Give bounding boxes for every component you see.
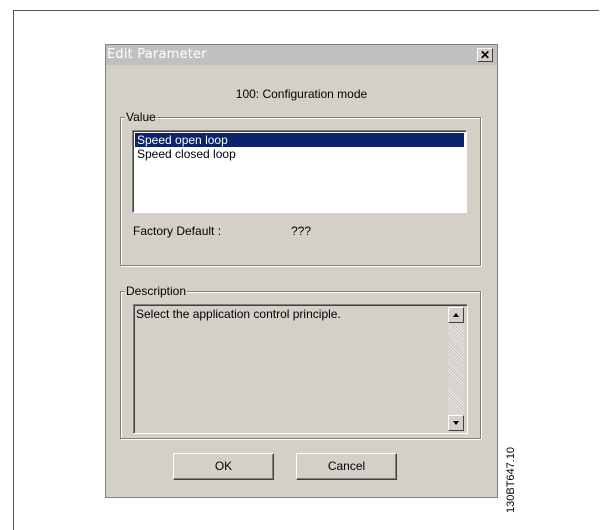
value-group: Value Speed open loop Speed closed loop … <box>120 110 481 266</box>
figure-code: 130BT647.10 <box>505 446 517 513</box>
description-scrollbar[interactable] <box>448 307 464 431</box>
scroll-down-arrow-icon <box>453 421 459 425</box>
cancel-button[interactable]: Cancel <box>296 453 397 480</box>
description-textbox[interactable]: Select the application control principle… <box>133 304 468 434</box>
ok-button[interactable]: OK <box>173 453 274 480</box>
value-group-label: Value <box>125 110 157 124</box>
description-group: Description Select the application contr… <box>120 284 481 439</box>
scroll-down-button[interactable] <box>448 415 464 431</box>
close-button[interactable]: ✕ <box>477 48 493 62</box>
parameter-title: 100: Configuration mode <box>235 87 368 101</box>
edit-parameter-dialog: Edit Parameter ✕ 100: Configuration mode… <box>105 44 498 498</box>
list-item-speed-closed-loop[interactable]: Speed closed loop <box>135 147 464 161</box>
scroll-up-button[interactable] <box>448 307 464 323</box>
description-group-label: Description <box>125 284 188 298</box>
close-icon: ✕ <box>479 48 491 62</box>
list-item-speed-open-loop[interactable]: Speed open loop <box>135 133 464 147</box>
factory-default-label: Factory Default : <box>133 224 222 238</box>
dialog-title: Edit Parameter <box>107 47 207 62</box>
description-text: Select the application control principle… <box>136 307 341 321</box>
value-listbox[interactable]: Speed open loop Speed closed loop <box>132 130 467 213</box>
scroll-up-arrow-icon <box>453 313 459 317</box>
factory-default-value: ??? <box>291 224 312 238</box>
title-bar[interactable]: Edit Parameter ✕ <box>106 45 497 65</box>
